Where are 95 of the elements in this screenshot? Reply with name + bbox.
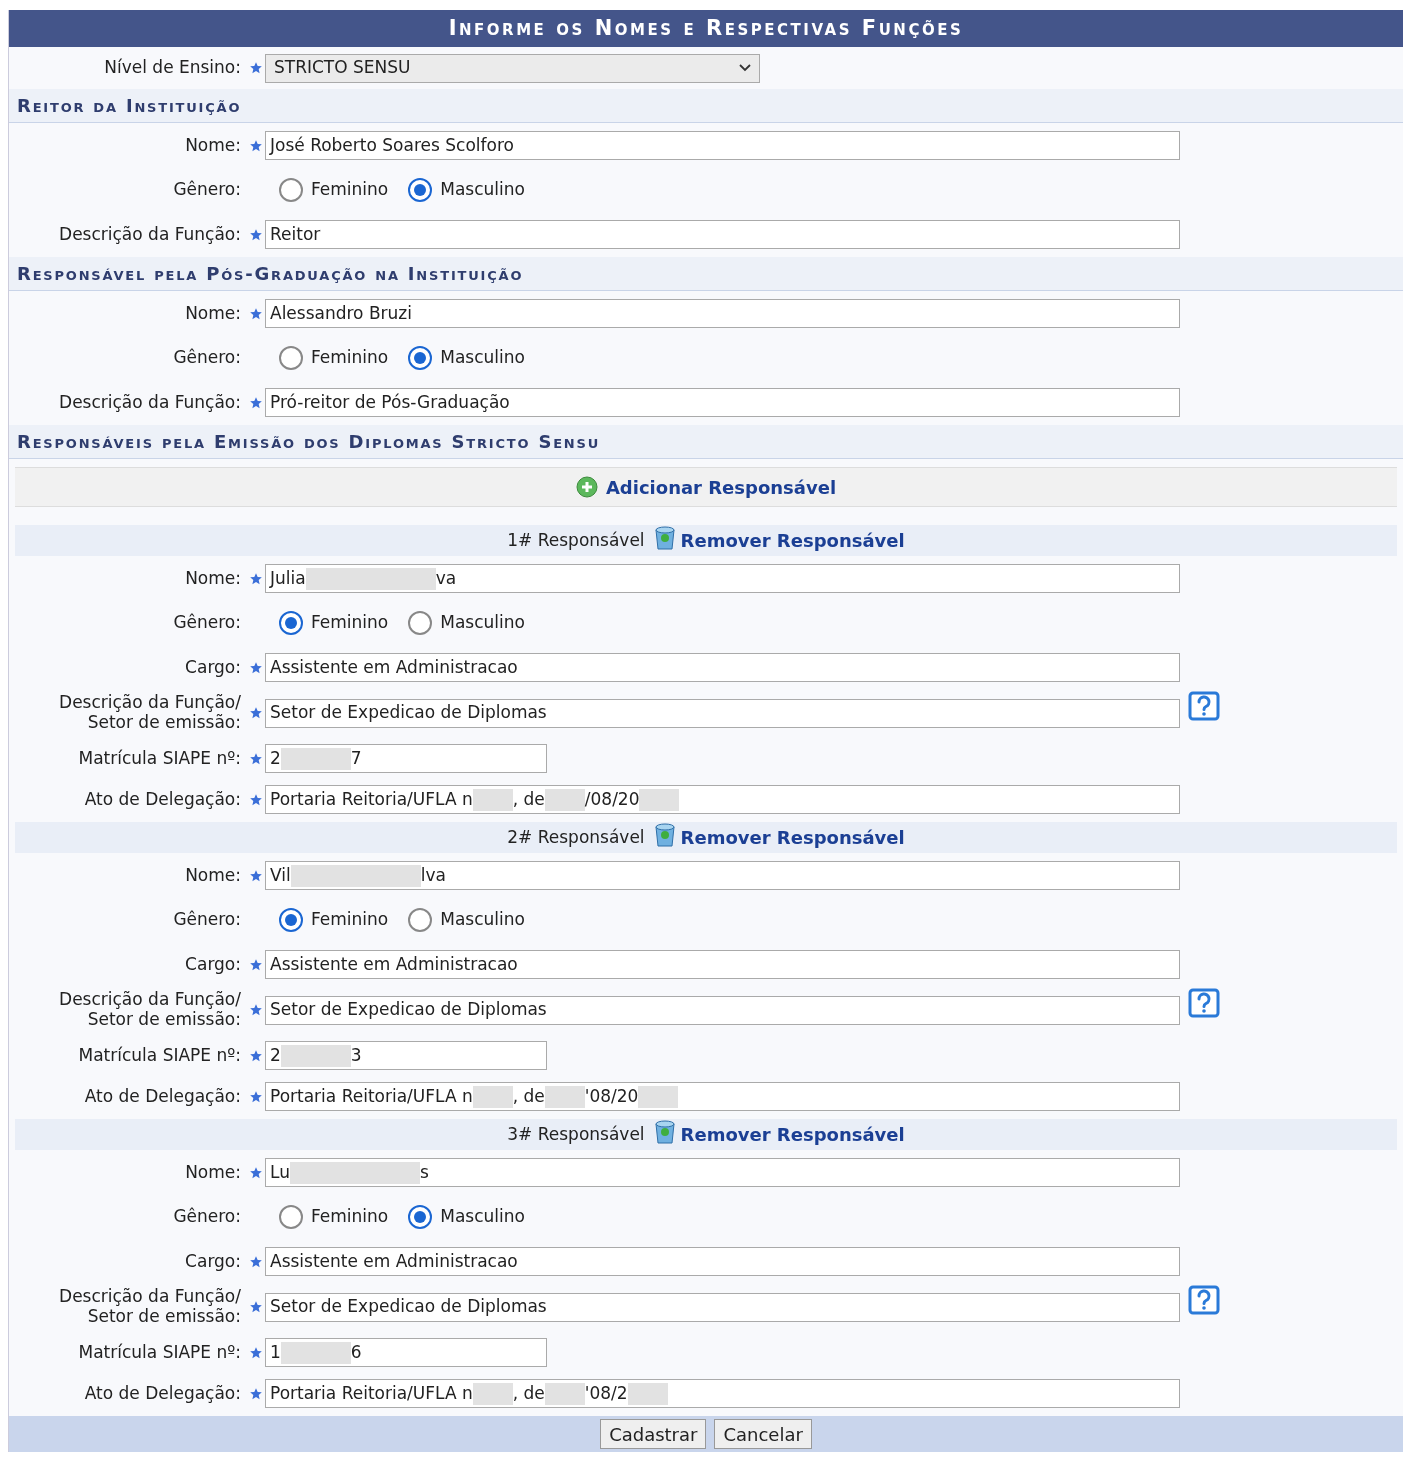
radio-button[interactable] <box>279 611 303 635</box>
input-field[interactable]: Pró-reitor de Pós-Graduação <box>265 388 1180 417</box>
field-label: Nome: <box>185 302 241 323</box>
radio-button[interactable] <box>408 346 433 370</box>
form-title: Informe os Nomes e Respectivas Funções <box>9 10 1403 47</box>
form-button[interactable]: Cadastrar <box>600 1419 707 1449</box>
input-field[interactable]: Assistente em Administracao <box>265 1247 1180 1276</box>
redaction-block <box>280 747 351 770</box>
responsible-heading: 1# Responsável <box>507 528 645 552</box>
section-title: Responsáveis pela Emissão dos Diplomas Stricto Sensu <box>9 425 1403 459</box>
field-label: Nome: <box>185 864 241 885</box>
input-field[interactable]: Portaria Reitoria/UFLA n , de '08/20 <box>265 1082 1180 1111</box>
help-icon[interactable] <box>1188 987 1220 1018</box>
add-responsible-link[interactable]: Adicionar Responsável <box>15 467 1397 507</box>
radio-button[interactable] <box>279 346 303 370</box>
field-label: Cargo: <box>185 656 241 677</box>
radio-label: Feminino <box>311 178 389 202</box>
radio-label: Masculino <box>440 346 525 370</box>
radio-label: Feminino <box>311 346 389 370</box>
input-field[interactable]: Portaria Reitoria/UFLA n , de /08/20 <box>265 785 1180 814</box>
trash-icon[interactable] <box>652 821 677 848</box>
responsible-heading: 2# Responsável <box>507 825 645 849</box>
radio-button[interactable] <box>408 908 433 932</box>
redaction-block <box>280 1044 351 1067</box>
redaction-block <box>544 1382 585 1405</box>
field-label: Descrição da Função/ Setor de emissão: <box>58 1287 241 1327</box>
radio-button[interactable] <box>408 1205 433 1229</box>
field-label: Gênero: <box>173 347 241 368</box>
field-label: Ato de Delegação: <box>84 1085 241 1106</box>
remove-responsible-link[interactable]: Remover Responsável <box>680 1121 905 1148</box>
field-label: Gênero: <box>173 179 241 200</box>
section-title: Reitor da Instituição <box>9 89 1403 123</box>
field-label: Descrição da Função/ Setor de emissão: <box>58 990 241 1030</box>
input-field[interactable]: Assistente em Administracao <box>265 653 1180 682</box>
input-field[interactable]: Portaria Reitoria/UFLA n , de '08/2 <box>265 1379 1180 1408</box>
field-label: Nome: <box>185 1161 241 1182</box>
field-label: Gênero: <box>173 909 241 930</box>
input-field[interactable]: Reitor <box>265 220 1180 249</box>
trash-icon[interactable] <box>652 524 677 551</box>
help-icon[interactable] <box>1188 1284 1220 1315</box>
input-field[interactable]: 2 7 <box>265 744 547 773</box>
field-label: Ato de Delegação: <box>84 788 241 809</box>
input-field[interactable]: José Roberto Soares Scolforo <box>265 131 1180 160</box>
field-label: Matrícula SIAPE nº: <box>78 747 241 768</box>
input-field[interactable]: Julia va <box>265 564 1180 593</box>
field-label: Descrição da Função/ Setor de emissão: <box>58 693 241 733</box>
input-field[interactable]: Setor de Expedicao de Diplomas <box>265 995 1180 1025</box>
trash-icon[interactable] <box>652 1118 677 1145</box>
input-field[interactable]: Setor de Expedicao de Diplomas <box>265 698 1180 728</box>
radio-button[interactable] <box>279 178 303 202</box>
field-label: Gênero: <box>173 612 241 633</box>
input-field[interactable]: 2 3 <box>265 1041 547 1070</box>
section-title: Responsável pela Pós-Graduação na Instituição <box>9 257 1403 291</box>
remove-responsible-link[interactable]: Remover Responsável <box>680 527 905 554</box>
field-label: Gênero: <box>173 1206 241 1227</box>
redaction-block <box>472 1085 513 1108</box>
redaction-block <box>472 1382 513 1405</box>
radio-label: Masculino <box>440 178 525 202</box>
field-label: Matrícula SIAPE nº: <box>78 1341 241 1362</box>
radio-label: Feminino <box>311 1205 389 1229</box>
radio-button[interactable] <box>279 1205 303 1229</box>
radio-button[interactable] <box>279 908 303 932</box>
remove-responsible-link[interactable]: Remover Responsável <box>680 824 905 851</box>
radio-button[interactable] <box>408 178 433 202</box>
radio-button[interactable] <box>408 611 433 635</box>
redaction-block <box>544 788 585 811</box>
field-label: Cargo: <box>185 1250 241 1271</box>
radio-label: Masculino <box>440 1205 525 1229</box>
input-field[interactable]: Assistente em Administracao <box>265 950 1180 979</box>
field-label: Descrição da Função: <box>59 391 241 412</box>
radio-label: Feminino <box>311 908 389 932</box>
form-button[interactable]: Cancelar <box>714 1419 812 1449</box>
responsible-heading: 3# Responsável <box>507 1122 645 1146</box>
field-label: Nível de Ensino: <box>104 57 241 78</box>
redaction-block <box>280 1341 351 1364</box>
input-field[interactable]: Lu s <box>265 1158 1180 1187</box>
level-select[interactable]: STRICTO SENSU <box>265 53 760 83</box>
field-label: Matrícula SIAPE nº: <box>78 1044 241 1065</box>
field-label: Nome: <box>185 134 241 155</box>
plus-circle-icon <box>575 476 598 498</box>
input-field[interactable]: Setor de Expedicao de Diplomas <box>265 1292 1180 1322</box>
radio-label: Masculino <box>440 908 525 932</box>
redaction-block <box>544 1085 585 1108</box>
radio-label: Feminino <box>311 611 389 635</box>
redaction-block <box>472 788 513 811</box>
field-label: Descrição da Função: <box>59 223 241 244</box>
field-label: Cargo: <box>185 953 241 974</box>
input-field[interactable]: Vil lva <box>265 861 1180 890</box>
field-label: Ato de Delegação: <box>84 1382 241 1403</box>
input-field[interactable]: 1 6 <box>265 1338 547 1367</box>
field-label: Nome: <box>185 567 241 588</box>
help-icon[interactable] <box>1188 690 1220 721</box>
chevron-down-icon <box>739 64 751 72</box>
radio-label: Masculino <box>440 611 525 635</box>
input-field[interactable]: Alessandro Bruzi <box>265 299 1180 328</box>
